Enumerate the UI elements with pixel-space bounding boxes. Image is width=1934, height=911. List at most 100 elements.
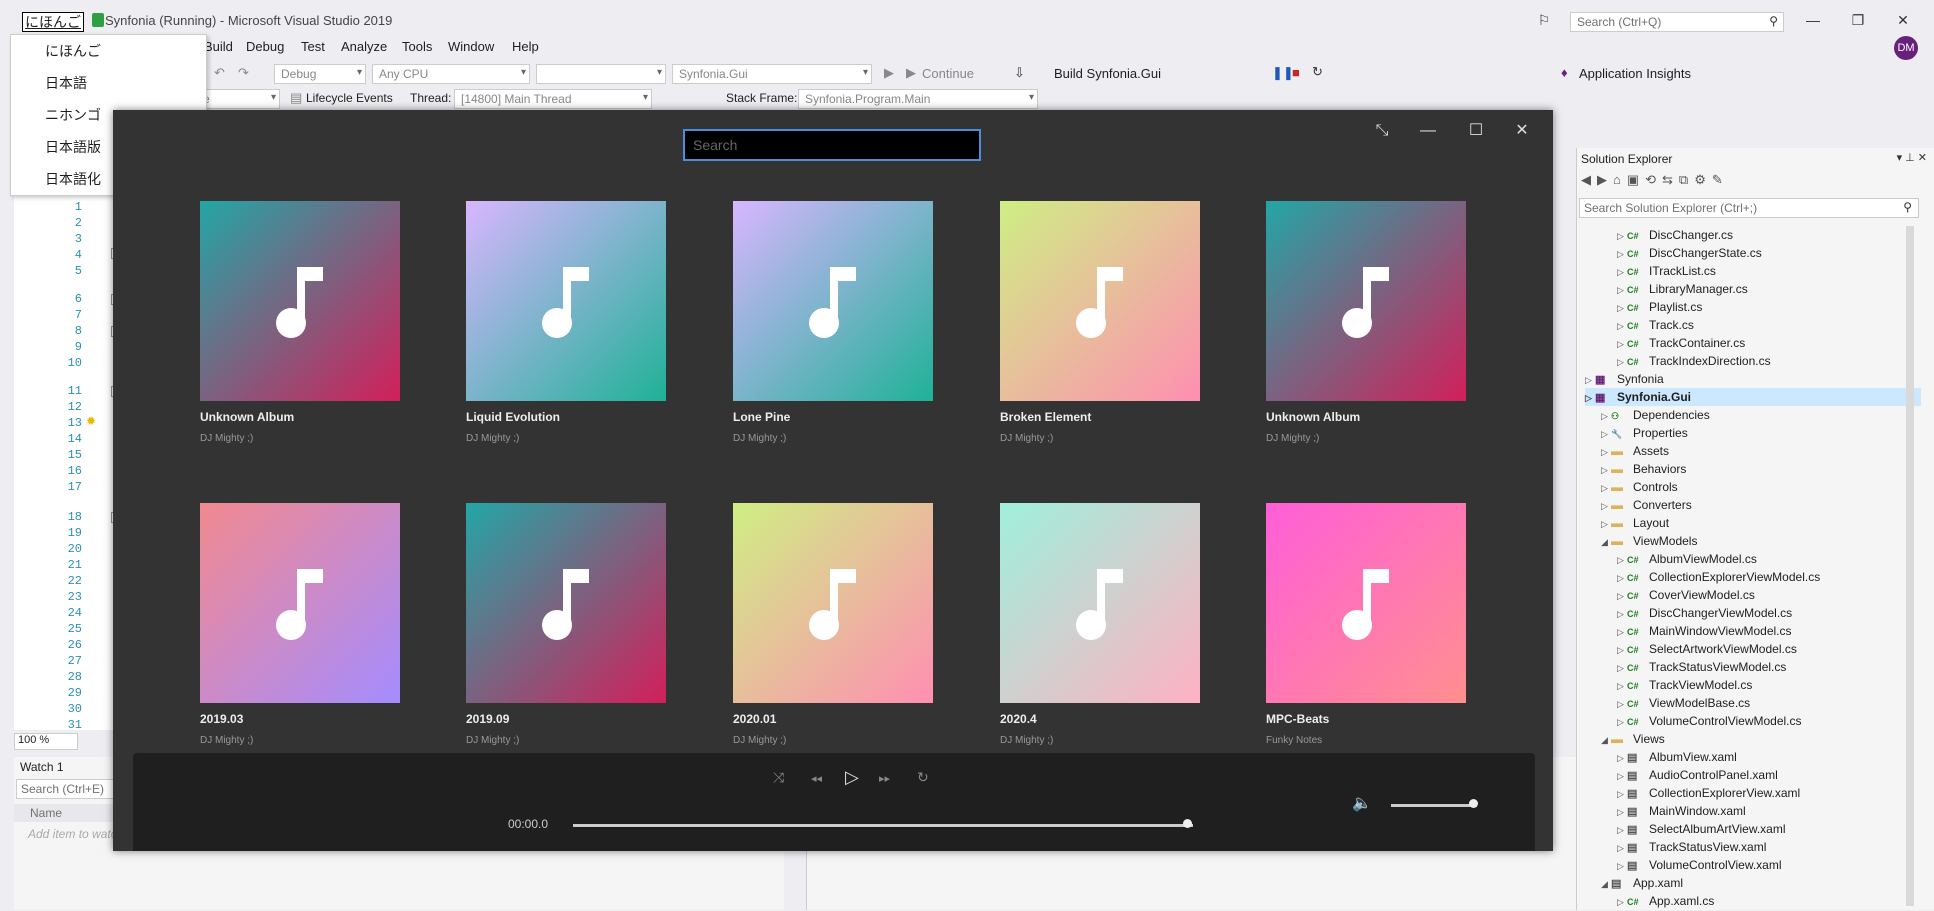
ime-candidate[interactable]: ニホンゴ [45, 105, 101, 125]
tree-item[interactable]: ◢ ▬ Views [1601, 730, 1921, 748]
album-cover[interactable] [1266, 503, 1466, 703]
watch-add-item-hint[interactable]: Add item to watch [28, 827, 123, 841]
collapsed-arrow-icon[interactable]: ▷ [1617, 263, 1627, 281]
tree-item[interactable]: ▷ ▤ AlbumView.xaml [1617, 748, 1921, 766]
continue-icon[interactable]: ▶ [906, 65, 916, 81]
tree-item[interactable]: ▷ C# TrackViewModel.cs [1617, 676, 1921, 694]
expanded-arrow-icon[interactable]: ◢ [1601, 731, 1611, 749]
tree-item[interactable]: ▷ 🔧 Properties [1601, 424, 1921, 442]
album-cover[interactable] [200, 201, 400, 401]
start-icon[interactable]: ▶ [884, 65, 894, 81]
next-icon[interactable]: ▸▸ [879, 772, 890, 785]
collapsed-arrow-icon[interactable]: ▷ [1617, 677, 1627, 695]
ime-candidate[interactable]: 日本語版 [45, 137, 101, 157]
collapsed-arrow-icon[interactable]: ▷ [1617, 227, 1627, 245]
album-tile[interactable]: Broken Element DJ Mighty ;) [1000, 201, 1200, 444]
album-tile[interactable]: 2019.03 DJ Mighty ;) [200, 503, 400, 746]
continue-button[interactable]: Continue [922, 66, 974, 81]
watch-tab-title[interactable]: Watch 1 [20, 760, 64, 774]
solution-search-input[interactable]: Search Solution Explorer (Ctrl+;) ⚲ [1579, 198, 1919, 218]
tree-item[interactable]: ▷ C# DiscChanger.cs [1617, 226, 1921, 244]
collapsed-arrow-icon[interactable]: ▷ [1617, 767, 1627, 785]
album-tile[interactable]: 2020.01 DJ Mighty ;) [733, 503, 933, 746]
redo-icon[interactable]: ↷ [238, 65, 249, 81]
stack-frame-dropdown[interactable]: Synfonia.Program.Main [798, 89, 1038, 109]
collapsed-arrow-icon[interactable]: ▷ [1617, 713, 1627, 731]
tree-item[interactable]: ▷ ▦ Synfonia.Gui [1585, 388, 1921, 406]
repeat-icon[interactable]: ↻ [917, 769, 929, 786]
collapsed-arrow-icon[interactable]: ▷ [1585, 389, 1595, 407]
restore-button[interactable]: ❐ [1848, 12, 1868, 29]
tree-item[interactable]: ▷ C# TrackContainer.cs [1617, 334, 1921, 352]
collapsed-arrow-icon[interactable]: ▷ [1601, 461, 1611, 479]
collapsed-arrow-icon[interactable]: ▷ [1617, 893, 1627, 911]
tree-item[interactable]: ◢ ▬ ViewModels [1601, 532, 1921, 550]
collapsed-arrow-icon[interactable]: ▷ [1585, 371, 1595, 389]
album-cover[interactable] [733, 503, 933, 703]
collapsed-arrow-icon[interactable]: ▷ [1617, 695, 1627, 713]
album-cover[interactable] [733, 201, 933, 401]
album-cover[interactable] [466, 503, 666, 703]
tree-item[interactable]: ▷ C# TrackIndexDirection.cs [1617, 352, 1921, 370]
panel-pin-close-icons[interactable]: ▾ ⊥ ✕ [1897, 151, 1927, 164]
expanded-arrow-icon[interactable]: ◢ [1601, 533, 1611, 551]
tree-item[interactable]: ▷ ▤ VolumeControlView.xaml [1617, 856, 1921, 874]
previous-icon[interactable]: ◂◂ [811, 772, 822, 785]
tree-item[interactable]: ▷ C# ITrackList.cs [1617, 262, 1921, 280]
collapsed-arrow-icon[interactable]: ▷ [1617, 641, 1627, 659]
collapsed-arrow-icon[interactable]: ▷ [1601, 443, 1611, 461]
ime-candidate[interactable]: にほんご [45, 41, 101, 61]
collapsed-arrow-icon[interactable]: ▷ [1617, 317, 1627, 335]
menu-window[interactable]: Window [448, 39, 494, 54]
tree-item[interactable]: ▷ C# App.xaml.cs [1617, 892, 1921, 910]
tree-item[interactable]: ▷ C# LibraryManager.cs [1617, 280, 1921, 298]
collapsed-arrow-icon[interactable]: ▷ [1617, 821, 1627, 839]
tree-item[interactable]: ▷ C# AlbumViewModel.cs [1617, 550, 1921, 568]
tree-item[interactable]: ▷ C# CollectionExplorerViewModel.cs [1617, 568, 1921, 586]
close-button[interactable]: ✕ [1507, 116, 1537, 146]
collapsed-arrow-icon[interactable]: ▷ [1617, 335, 1627, 353]
volume-icon[interactable]: 🔈 [1352, 793, 1372, 813]
collapsed-arrow-icon[interactable]: ▷ [1601, 425, 1611, 443]
collapsed-arrow-icon[interactable]: ▷ [1617, 569, 1627, 587]
collapsed-arrow-icon[interactable]: ▷ [1617, 245, 1627, 263]
play-icon[interactable]: ▷ [845, 767, 859, 788]
project-dropdown[interactable]: Synfonia.Gui [672, 64, 872, 84]
album-tile[interactable]: 2020.4 DJ Mighty ;) [1000, 503, 1200, 746]
seek-handle[interactable] [1182, 819, 1192, 828]
seek-bar[interactable] [573, 824, 1193, 827]
feedback-icon[interactable]: ⚐ [1534, 12, 1554, 29]
restart-icon[interactable]: ↻ [1312, 64, 1323, 80]
album-tile[interactable]: Lone Pine DJ Mighty ;) [733, 201, 933, 444]
ime-candidate[interactable]: 日本語 [45, 73, 87, 93]
collapsed-arrow-icon[interactable]: ▷ [1617, 857, 1627, 875]
tree-item[interactable]: ▷ ▬ Assets [1601, 442, 1921, 460]
expanded-arrow-icon[interactable]: ◢ [1601, 875, 1611, 893]
tree-item[interactable]: ▷ ▦ Synfonia [1585, 370, 1921, 388]
album-tile[interactable]: MPC-Beats Funky Notes [1266, 503, 1466, 746]
build-button[interactable]: Build Synfonia.Gui [1054, 66, 1161, 81]
tree-item[interactable]: ▷ C# SelectArtworkViewModel.cs [1617, 640, 1921, 658]
collapsed-arrow-icon[interactable]: ▷ [1601, 515, 1611, 533]
tree-item[interactable]: ▷ C# VolumeControlViewModel.cs [1617, 712, 1921, 730]
tree-item[interactable]: ▷ ▤ MainWindow.xaml [1617, 802, 1921, 820]
album-cover[interactable] [200, 503, 400, 703]
tree-item[interactable]: ▷ ▤ AudioControlPanel.xaml [1617, 766, 1921, 784]
tree-item[interactable]: ▷ C# MainWindowViewModel.cs [1617, 622, 1921, 640]
collapsed-arrow-icon[interactable]: ▷ [1617, 803, 1627, 821]
avatar[interactable]: DM [1894, 36, 1918, 60]
album-tile[interactable]: Unknown Album DJ Mighty ;) [200, 201, 400, 444]
tree-item[interactable]: ▷ C# Playlist.cs [1617, 298, 1921, 316]
solution-explorer-scrollbar[interactable] [1906, 226, 1914, 906]
collapsed-arrow-icon[interactable]: ▷ [1617, 623, 1627, 641]
close-button[interactable]: ✕ [1893, 12, 1913, 29]
tree-item[interactable]: ▷ ▬ Behaviors [1601, 460, 1921, 478]
config-dropdown[interactable]: Debug [274, 64, 366, 84]
collapsed-arrow-icon[interactable]: ▷ [1617, 659, 1627, 677]
zoom-level-dropdown[interactable]: 100 % [14, 733, 78, 750]
minimize-button[interactable]: — [1803, 12, 1823, 28]
lifecycle-events-button[interactable]: Lifecycle Events [306, 91, 393, 105]
undo-icon[interactable]: ↶ [214, 65, 225, 81]
collapsed-arrow-icon[interactable]: ▷ [1601, 407, 1611, 425]
menu-help[interactable]: Help [512, 39, 539, 54]
